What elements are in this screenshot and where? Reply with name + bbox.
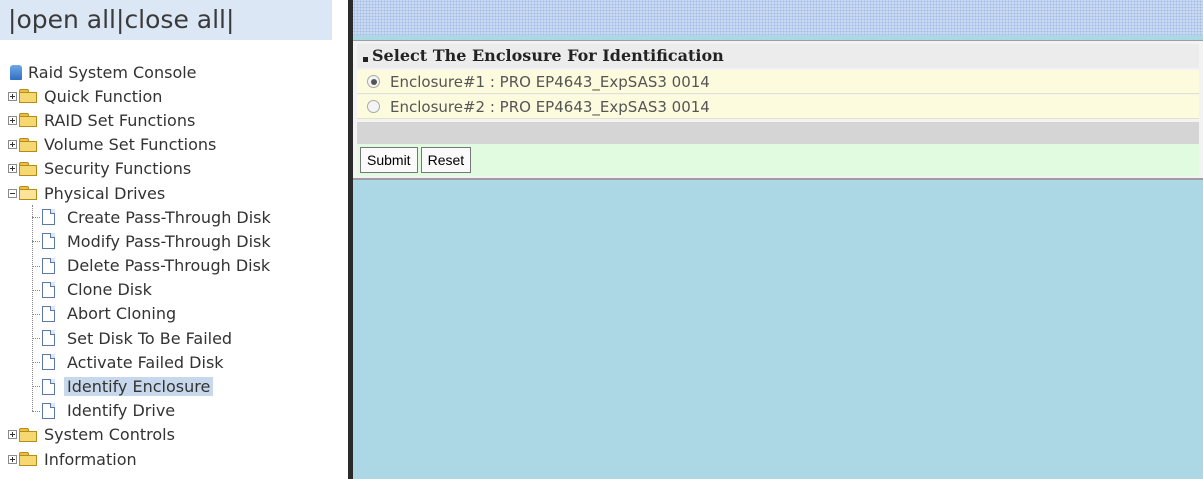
open-all-link[interactable]: open all bbox=[16, 5, 116, 34]
tree-item-clone-disk[interactable]: Clone Disk bbox=[8, 278, 271, 302]
enclosure-option-label: Enclosure#2 : PRO EP4643_ExpSAS3 0014 bbox=[390, 97, 710, 116]
tree-item-set-disk-to-be-failed[interactable]: Set Disk To Be Failed bbox=[8, 326, 271, 350]
folder-icon bbox=[19, 113, 38, 128]
tree-item-label: Abort Cloning bbox=[67, 304, 177, 324]
page-icon bbox=[42, 281, 55, 298]
tree-folder-information[interactable]: Information bbox=[8, 447, 271, 471]
reset-button[interactable]: Reset bbox=[420, 147, 472, 173]
header-banner bbox=[353, 0, 1203, 35]
navigation-panel: |open all|close all| Raid System Console… bbox=[0, 0, 348, 479]
tree-connector bbox=[32, 265, 40, 267]
tree-item-activate-failed-disk[interactable]: Activate Failed Disk bbox=[8, 350, 271, 374]
tree-item-identify-drive[interactable]: Identify Drive bbox=[8, 399, 271, 423]
page-icon bbox=[42, 209, 55, 226]
enclosure-form: Select The Enclosure For Identification … bbox=[353, 40, 1203, 180]
tree-folder-quick-function[interactable]: Quick Function bbox=[8, 84, 271, 108]
tree-item-label: Create Pass-Through Disk bbox=[67, 207, 271, 227]
tree-toolbar: |open all|close all| bbox=[0, 0, 332, 40]
enclosure-option-1[interactable]: Enclosure#1 : PRO EP4643_ExpSAS3 0014 bbox=[357, 70, 1199, 94]
separator: | bbox=[226, 5, 235, 34]
tree-folder-system-controls[interactable]: System Controls bbox=[8, 423, 271, 447]
tree-folder-raid-set-functions[interactable]: RAID Set Functions bbox=[8, 108, 271, 132]
tree-item-label: Delete Pass-Through Disk bbox=[67, 256, 271, 276]
tree-item-label-selected: Identify Enclosure bbox=[64, 377, 214, 397]
radio-button-checked[interactable] bbox=[367, 75, 380, 88]
page-icon bbox=[42, 257, 55, 274]
folder-icon bbox=[19, 161, 38, 176]
tree-connector bbox=[32, 217, 40, 219]
enclosure-option-label: Enclosure#1 : PRO EP4643_ExpSAS3 0014 bbox=[390, 72, 710, 91]
spacer-bar bbox=[357, 122, 1199, 144]
page-icon bbox=[42, 233, 55, 250]
folder-open-icon bbox=[19, 186, 38, 201]
expand-icon[interactable] bbox=[8, 164, 17, 174]
expand-icon[interactable] bbox=[8, 140, 17, 150]
bullet-icon bbox=[363, 56, 368, 62]
tree-item-abort-cloning[interactable]: Abort Cloning bbox=[8, 302, 271, 326]
tree-folder-label: System Controls bbox=[44, 425, 175, 445]
tree-folder-label: Information bbox=[44, 449, 137, 469]
page-icon bbox=[42, 330, 55, 347]
tree-connector bbox=[32, 410, 40, 412]
folder-icon bbox=[19, 137, 38, 152]
page-icon bbox=[42, 378, 55, 395]
tree-item-label: Modify Pass-Through Disk bbox=[67, 231, 271, 251]
tree-connector bbox=[32, 362, 40, 364]
tree-folder-security-functions[interactable]: Security Functions bbox=[8, 157, 271, 181]
tree-connector bbox=[32, 313, 40, 315]
page-icon bbox=[42, 354, 55, 371]
folder-icon bbox=[19, 427, 38, 442]
tree-item-modify-pass-through-disk[interactable]: Modify Pass-Through Disk bbox=[8, 229, 271, 253]
tree-item-delete-pass-through-disk[interactable]: Delete Pass-Through Disk bbox=[8, 254, 271, 278]
tree-connector bbox=[32, 289, 40, 291]
page-icon bbox=[42, 402, 55, 419]
physical-drives-children: Create Pass-Through Disk Modify Pass-Thr… bbox=[8, 205, 271, 423]
close-all-link[interactable]: close all bbox=[124, 5, 226, 34]
console-icon bbox=[10, 64, 22, 80]
tree-item-identify-enclosure[interactable]: Identify Enclosure bbox=[8, 374, 271, 398]
navigation-tree: Raid System Console Quick Function RAID … bbox=[8, 60, 271, 471]
tree-folder-label: Quick Function bbox=[44, 86, 163, 106]
tree-root[interactable]: Raid System Console bbox=[8, 60, 271, 84]
folder-icon bbox=[19, 452, 38, 467]
tree-folder-volume-set-functions[interactable]: Volume Set Functions bbox=[8, 133, 271, 157]
form-header: Select The Enclosure For Identification bbox=[357, 44, 1199, 68]
enclosure-option-2[interactable]: Enclosure#2 : PRO EP4643_ExpSAS3 0014 bbox=[357, 95, 1199, 119]
expand-icon[interactable] bbox=[8, 91, 17, 101]
tree-item-label: Activate Failed Disk bbox=[67, 352, 224, 372]
tree-folder-label: Volume Set Functions bbox=[44, 135, 217, 155]
tree-folder-label: Security Functions bbox=[44, 159, 192, 179]
tree-item-label: Set Disk To Be Failed bbox=[67, 328, 233, 348]
tree-folder-physical-drives[interactable]: Physical Drives bbox=[8, 181, 271, 205]
radio-button[interactable] bbox=[367, 100, 380, 113]
tree-item-label: Identify Drive bbox=[67, 401, 176, 421]
folder-icon bbox=[19, 89, 38, 104]
expand-icon[interactable] bbox=[8, 115, 17, 125]
content-area: Select The Enclosure For Identification … bbox=[353, 0, 1203, 479]
tree-folder-label: RAID Set Functions bbox=[44, 110, 196, 130]
submit-button[interactable]: Submit bbox=[360, 147, 418, 173]
tree-root-label: Raid System Console bbox=[28, 62, 197, 82]
tree-connector bbox=[32, 338, 40, 340]
form-actions: Submit Reset bbox=[357, 144, 1199, 176]
expand-icon[interactable] bbox=[8, 454, 17, 464]
tree-connector bbox=[32, 241, 40, 243]
expand-icon[interactable] bbox=[8, 430, 17, 440]
tree-connector bbox=[32, 386, 40, 388]
tree-item-label: Clone Disk bbox=[67, 280, 152, 300]
form-title: Select The Enclosure For Identification bbox=[372, 46, 724, 65]
collapse-icon[interactable] bbox=[8, 188, 17, 198]
tree-item-create-pass-through-disk[interactable]: Create Pass-Through Disk bbox=[8, 205, 271, 229]
tree-folder-label: Physical Drives bbox=[44, 183, 166, 203]
page-icon bbox=[42, 305, 55, 322]
